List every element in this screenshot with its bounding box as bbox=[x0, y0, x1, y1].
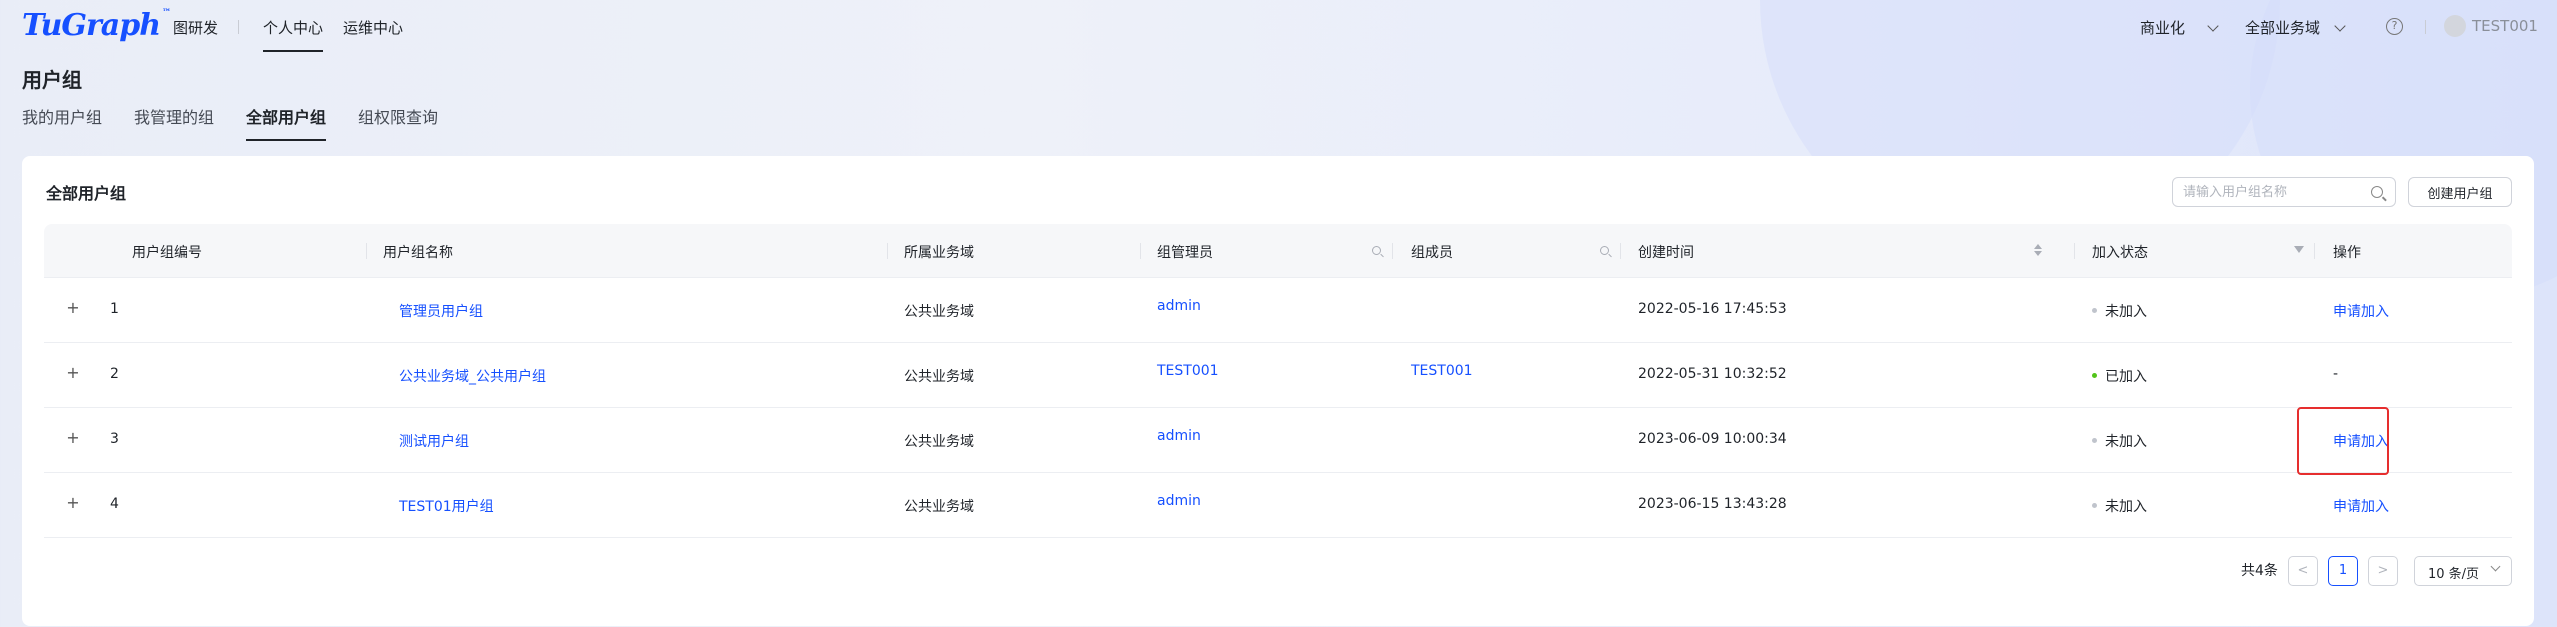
column-divider bbox=[1140, 243, 1141, 259]
tab-all-groups[interactable]: 全部用户组 bbox=[246, 104, 327, 141]
header-divider bbox=[2425, 20, 2426, 34]
chevron-down-icon bbox=[2207, 19, 2219, 32]
search-icon[interactable] bbox=[2371, 186, 2383, 198]
column-divider bbox=[2314, 243, 2315, 259]
members-search-icon[interactable] bbox=[1600, 246, 1609, 255]
tab-permission-query[interactable]: 组权限查询 bbox=[358, 104, 438, 128]
column-header-name: 用户组名称 bbox=[383, 245, 453, 261]
created-time: 2022-05-31 10:32:52 bbox=[1638, 366, 1787, 382]
user-name[interactable]: TEST001 bbox=[2472, 17, 2538, 35]
group-name-link[interactable]: 测试用户组 bbox=[399, 431, 469, 451]
nav-personal-center[interactable]: 个人中心 bbox=[263, 17, 324, 52]
status-dot bbox=[2092, 437, 2097, 443]
chevron-down-icon bbox=[2490, 561, 2501, 572]
group-domain: 公共业务域 bbox=[904, 304, 974, 320]
join-status: 已加入 bbox=[2092, 366, 2147, 386]
group-id: 3 bbox=[110, 431, 119, 447]
group-name-link[interactable]: 公共业务域_公共用户组 bbox=[399, 366, 546, 386]
table-row: + 3 测试用户组 公共业务域 admin 2023-06-09 10:00:3… bbox=[44, 408, 2512, 473]
admin-search-icon[interactable] bbox=[1372, 246, 1381, 255]
group-id: 2 bbox=[110, 366, 119, 382]
search-input[interactable] bbox=[2183, 183, 2363, 201]
group-admin-link[interactable]: admin bbox=[1157, 493, 1201, 509]
expand-row-icon[interactable]: + bbox=[66, 493, 80, 512]
no-action: - bbox=[2333, 366, 2339, 382]
join-status: 未加入 bbox=[2092, 301, 2147, 321]
table-row: + 2 公共业务域_公共用户组 公共业务域 TEST001 TEST001 20… bbox=[44, 343, 2512, 408]
nav-graph-dev[interactable]: 图研发 bbox=[173, 17, 218, 38]
column-header-created: 创建时间 bbox=[1638, 245, 1694, 261]
group-id: 1 bbox=[110, 301, 119, 317]
expand-row-icon[interactable]: + bbox=[66, 428, 80, 447]
tab-my-groups[interactable]: 我的用户组 bbox=[22, 104, 102, 128]
expand-row-icon[interactable]: + bbox=[66, 298, 80, 317]
created-time: 2023-06-09 10:00:34 bbox=[1638, 431, 1787, 447]
search-box[interactable] bbox=[2172, 177, 2396, 207]
chevron-down-icon bbox=[2334, 19, 2346, 32]
prev-page-button[interactable]: < bbox=[2288, 556, 2318, 586]
commercial-label: 商业化 bbox=[2140, 19, 2186, 37]
top-navigation-bar: TuGraph ™ 图研发 个人中心 运维中心 商业化 全部业务域 ? TEST0… bbox=[0, 0, 2557, 56]
nav-ops-center[interactable]: 运维中心 bbox=[343, 17, 403, 38]
nav-divider bbox=[238, 20, 239, 34]
help-icon[interactable]: ? bbox=[2386, 18, 2403, 35]
column-divider bbox=[1620, 243, 1621, 259]
table-row: + 4 TEST01用户组 公共业务域 admin 2023-06-15 13:… bbox=[44, 473, 2512, 538]
avatar[interactable] bbox=[2444, 15, 2466, 37]
column-divider bbox=[2074, 243, 2075, 259]
column-header-id: 用户组编号 bbox=[132, 245, 202, 261]
column-header-admin: 组管理员 bbox=[1157, 245, 1213, 261]
apply-join-link[interactable]: 申请加入 bbox=[2333, 301, 2389, 321]
domain-select-label: 全部业务域 bbox=[2245, 19, 2321, 37]
page-1-button[interactable]: 1 bbox=[2328, 556, 2358, 586]
create-group-button[interactable]: 创建用户组 bbox=[2408, 177, 2512, 207]
group-domain: 公共业务域 bbox=[904, 369, 974, 385]
page-size-label: 10 条/页 bbox=[2428, 567, 2480, 582]
group-name-link[interactable]: TEST01用户组 bbox=[399, 496, 494, 516]
page-title: 用户组 bbox=[22, 68, 82, 92]
filter-icon[interactable] bbox=[2294, 246, 2304, 253]
status-dot bbox=[2092, 307, 2097, 313]
created-time: 2022-05-16 17:45:53 bbox=[1638, 301, 1787, 317]
column-header-members: 组成员 bbox=[1411, 245, 1453, 261]
table-header: 用户组编号 用户组名称 所属业务域 组管理员 组成员 创建时间 加入状态 操作 bbox=[44, 224, 2512, 278]
pagination-total: 共4条 bbox=[2241, 563, 2278, 579]
created-time: 2023-06-15 13:43:28 bbox=[1638, 496, 1787, 512]
column-header-action: 操作 bbox=[2333, 245, 2361, 261]
table-row: + 1 管理员用户组 公共业务域 admin 2022-05-16 17:45:… bbox=[44, 278, 2512, 343]
tugraph-logo[interactable]: TuGraph ™ bbox=[22, 8, 171, 44]
next-page-button[interactable]: > bbox=[2368, 556, 2398, 586]
status-dot bbox=[2092, 372, 2097, 378]
card-title: 全部用户组 bbox=[46, 184, 127, 203]
user-group-table: 用户组编号 用户组名称 所属业务域 组管理员 组成员 创建时间 加入状态 操作 … bbox=[44, 224, 2512, 538]
tab-managed-groups[interactable]: 我管理的组 bbox=[134, 104, 214, 128]
group-admin-link[interactable]: admin bbox=[1157, 298, 1201, 314]
group-id: 4 bbox=[110, 496, 119, 512]
column-divider bbox=[1392, 243, 1393, 259]
join-status: 未加入 bbox=[2092, 496, 2147, 516]
group-admin-link[interactable]: TEST001 bbox=[1157, 363, 1219, 379]
expand-row-icon[interactable]: + bbox=[66, 363, 80, 382]
column-divider bbox=[366, 243, 367, 259]
domain-select[interactable]: 全部业务域 bbox=[2245, 17, 2346, 38]
group-domain: 公共业务域 bbox=[904, 434, 974, 450]
group-name-link[interactable]: 管理员用户组 bbox=[399, 301, 483, 321]
group-admin-link[interactable]: admin bbox=[1157, 428, 1201, 444]
group-member-link[interactable]: TEST001 bbox=[1411, 363, 1473, 379]
column-header-domain: 所属业务域 bbox=[904, 245, 974, 261]
apply-join-link[interactable]: 申请加入 bbox=[2333, 496, 2389, 516]
highlight-box bbox=[2297, 407, 2389, 475]
user-group-card: 全部用户组 创建用户组 用户组编号 用户组名称 所属业务域 组管理员 组成员 创… bbox=[22, 156, 2534, 626]
column-header-status: 加入状态 bbox=[2092, 245, 2148, 261]
join-status: 未加入 bbox=[2092, 431, 2147, 451]
commercial-dropdown[interactable]: 商业化 bbox=[2140, 17, 2219, 38]
status-dot bbox=[2092, 502, 2097, 508]
column-divider bbox=[887, 243, 888, 259]
group-domain: 公共业务域 bbox=[904, 499, 974, 515]
page-size-select[interactable]: 10 条/页 bbox=[2414, 556, 2512, 586]
sort-icon[interactable] bbox=[2034, 242, 2042, 258]
